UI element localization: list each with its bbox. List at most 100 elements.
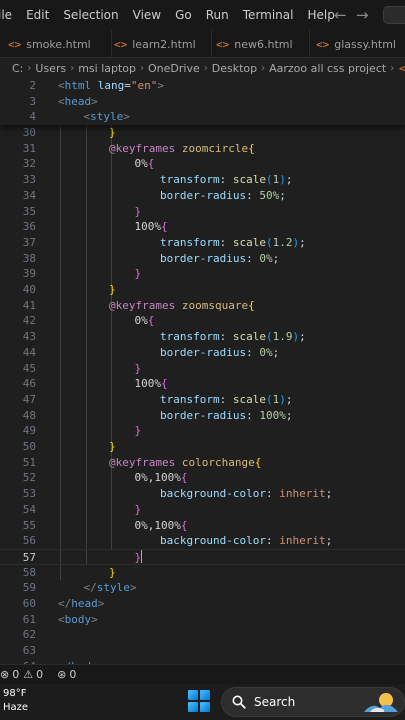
code-line[interactable]: 46 100%{ <box>0 376 405 392</box>
code-token: zoomcircle <box>181 141 249 155</box>
code-line[interactable]: 48 border-radius: 100%; <box>0 408 405 424</box>
code-line[interactable]: 49} <box>0 423 405 439</box>
chevron-right-icon: › <box>203 62 208 74</box>
taskbar-search[interactable]: Search <box>221 687 405 717</box>
code-line[interactable]: 61 <body> <box>0 612 405 628</box>
code-token: scale <box>232 173 266 187</box>
tab-new6[interactable]: <> new6.html <box>214 30 310 57</box>
code-token: transform <box>160 392 220 406</box>
code-line[interactable]: 30} <box>0 125 405 141</box>
code-line[interactable]: 36 100%{ <box>0 219 405 235</box>
windows-start-icon[interactable] <box>188 690 210 712</box>
menu-terminal[interactable]: Terminal <box>236 0 301 30</box>
code-line[interactable]: 54} <box>0 502 405 518</box>
breadcrumb-item[interactable]: Desktop <box>212 62 257 75</box>
ports-count[interactable]: 0 <box>69 668 76 681</box>
line-number: 45 <box>22 361 36 375</box>
tab-smoke[interactable]: <> smoke.html <box>8 30 112 57</box>
code-token: > <box>157 79 164 92</box>
command-center-input[interactable] <box>383 6 405 24</box>
code-text: 0%{ <box>135 313 155 329</box>
code-line[interactable]: 55 0%,100%{ <box>0 518 405 534</box>
line-number: 49 <box>22 424 36 438</box>
code-line[interactable]: 43 transform: scale(1.9); <box>0 329 405 345</box>
breadcrumb-item[interactable]: Aarzoo all css project <box>269 62 386 75</box>
menu-edit[interactable]: Edit <box>19 0 56 30</box>
code-line[interactable]: 58} <box>0 565 405 581</box>
code-line[interactable]: 41 @keyframes zoomsquare{ <box>0 298 405 314</box>
code-line[interactable]: 3 <head> <box>0 94 405 110</box>
line-number: 55 <box>22 518 36 532</box>
code-line[interactable]: 50} <box>0 439 405 455</box>
breadcrumb-item[interactable]: msi laptop <box>78 62 136 75</box>
warning-icon[interactable]: ⚠ <box>23 668 33 681</box>
code-token: 0% <box>134 314 148 328</box>
tab-label: smoke.html <box>26 37 91 51</box>
code-line[interactable]: 45} <box>0 361 405 377</box>
menu-file[interactable]: ile <box>0 0 19 30</box>
error-icon[interactable]: ⊗ <box>0 668 9 681</box>
code-line[interactable]: 4 <style> <box>0 109 405 125</box>
code-line[interactable]: 39} <box>0 266 405 282</box>
code-line[interactable]: 59 </style> <box>0 580 405 596</box>
code-line[interactable]: 53 background-color: inherit; <box>0 486 405 502</box>
tab-glassy[interactable]: <> glassy.html <box>316 30 405 57</box>
code-token: @keyframes <box>109 298 176 312</box>
code-line[interactable]: 60 </head> <box>0 596 405 612</box>
code-token: head <box>71 597 98 610</box>
code-line[interactable]: 2 <html lang="en"> <box>0 78 405 94</box>
code-token: border-radius <box>160 251 247 265</box>
code-line[interactable]: 42 0%{ <box>0 313 405 329</box>
code-line[interactable]: 63 <box>0 643 405 659</box>
code-line[interactable]: 62 <box>0 627 405 643</box>
code-token: : <box>246 408 260 422</box>
menu-view[interactable]: View <box>126 0 168 30</box>
code-line[interactable]: 31 @keyframes zoomcircle{ <box>0 141 405 157</box>
weather-widget[interactable]: 98°F Haze <box>3 687 28 715</box>
breadcrumb-item[interactable]: C: <box>12 62 23 75</box>
code-text: } <box>109 439 116 455</box>
arrow-right-icon[interactable]: → <box>356 0 369 30</box>
line-number: 37 <box>22 235 36 249</box>
code-line[interactable]: 51 @keyframes colorchange{ <box>0 455 405 471</box>
code-line[interactable]: 35} <box>0 204 405 220</box>
code-line[interactable]: 37 transform: scale(1.2); <box>0 235 405 251</box>
code-token: < <box>58 612 65 626</box>
menu-selection[interactable]: Selection <box>56 0 125 30</box>
code-token: } <box>134 424 142 438</box>
breadcrumb-item[interactable]: OneDrive <box>148 62 200 75</box>
error-count[interactable]: 0 <box>12 668 19 681</box>
code-text: } <box>135 361 142 377</box>
tab-learn2[interactable]: <> learn2.html <box>112 30 212 57</box>
warning-count[interactable]: 0 <box>36 668 43 681</box>
code-line[interactable]: 44 border-radius: 0%; <box>0 345 405 361</box>
line-number: 57 <box>22 550 36 564</box>
ports-icon[interactable]: ⊛ <box>57 668 66 681</box>
search-label: Search <box>254 695 296 709</box>
code-line[interactable]: 40} <box>0 282 405 298</box>
code-token: zoomsquare <box>181 298 249 312</box>
code-line[interactable]: 38 border-radius: 0%; <box>0 251 405 267</box>
code-token: lang <box>97 79 125 92</box>
code-line[interactable]: 34 border-radius: 50%; <box>0 188 405 204</box>
code-line[interactable]: 52 0%,100%{ <box>0 470 405 486</box>
arrow-left-icon[interactable]: ← <box>334 0 347 30</box>
code-line[interactable]: 32 0%{ <box>0 156 405 172</box>
code-text: <style> <box>84 109 130 125</box>
line-number: 32 <box>22 157 36 171</box>
code-token: 1.2 <box>272 235 293 249</box>
breadcrumb-item[interactable]: Users <box>35 62 66 75</box>
code-token: 1.9 <box>272 330 293 344</box>
code-text: transform: scale(1.2); <box>160 235 306 251</box>
code-line[interactable]: 47 transform: scale(1); <box>0 392 405 408</box>
code-line[interactable]: 56 background-color: inherit; <box>0 533 405 549</box>
code-editor[interactable]: 2 <html lang="en"> 3 <head> 4 <style> 30} 31 @k… <box>0 78 405 664</box>
code-text: 100%{ <box>135 219 168 235</box>
code-line[interactable]: 57} <box>0 548 405 565</box>
code-token: "en" <box>130 79 158 92</box>
code-line[interactable]: 33 transform: scale(1); <box>0 172 405 188</box>
menu-go[interactable]: Go <box>168 0 199 30</box>
sticky-scroll-header[interactable]: 2 <html lang="en"> 3 <head> 4 <style> <box>0 78 405 125</box>
menu-run[interactable]: Run <box>199 0 236 30</box>
